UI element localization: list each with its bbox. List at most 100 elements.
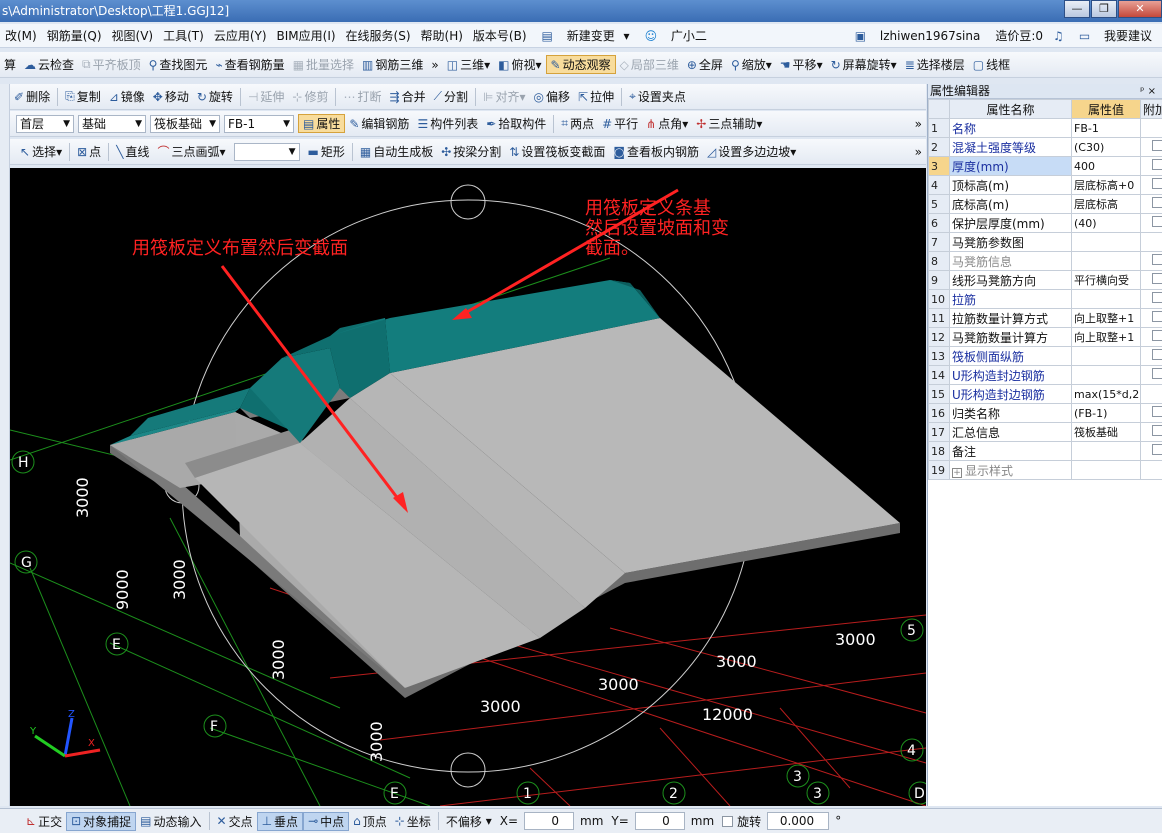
view-inner-rebar-button[interactable]: ◙ 查看板内钢筋 (609, 143, 703, 160)
property-value[interactable] (1071, 251, 1141, 271)
menu-cloud[interactable]: 云应用(Y) (209, 27, 272, 44)
property-row[interactable]: 14 U形构造封边钢筋 (928, 365, 1162, 385)
property-value[interactable]: 向上取整+1 (1071, 327, 1141, 347)
coordinate-toggle[interactable]: ⊹ 坐标 (391, 813, 435, 830)
property-value[interactable] (1071, 460, 1141, 480)
raft-foundation-model[interactable] (110, 280, 900, 698)
property-value[interactable]: FB-1 (1071, 118, 1141, 138)
property-row[interactable]: 10 拉筋 (928, 289, 1162, 309)
property-row[interactable]: 8 马凳筋信息 (928, 251, 1162, 271)
fullscreen-button[interactable]: ⊕ 全屏 (683, 56, 727, 73)
member-select[interactable]: FB-1 ▼ (224, 114, 294, 133)
category-select[interactable]: 基础 ▼ (78, 114, 146, 133)
add-checkbox[interactable] (1152, 159, 1162, 170)
object-snap-toggle[interactable]: ⊡ 对象捕捉 (66, 811, 137, 831)
expand-icon[interactable]: + (952, 467, 962, 478)
split-by-beam-button[interactable]: ✣ 按梁分割 (437, 143, 505, 160)
add-checkbox[interactable] (1152, 349, 1162, 360)
arc-mode-select[interactable]: ▼ (233, 142, 300, 161)
flush-board-button[interactable]: ⧉ 平齐板顶 (78, 56, 145, 73)
property-value[interactable] (1071, 441, 1141, 461)
property-value[interactable]: 层底标高+0 (1071, 175, 1141, 195)
property-add[interactable] (1140, 365, 1162, 385)
set-slope-dropdown[interactable]: ◿ 设置多边边坡 ▾ (703, 143, 800, 160)
batch-select-button[interactable]: ▦ 批量选择 (289, 56, 358, 73)
property-row[interactable]: 4 顶标高(m) 层底标高+0 (928, 175, 1162, 195)
assistant-menu[interactable]: ☺ 广小二 (635, 27, 717, 44)
property-row[interactable]: 7 马凳筋参数图 (928, 232, 1162, 252)
perpendicular-toggle[interactable]: ⊥ 垂点 (256, 811, 304, 831)
property-add[interactable] (1140, 422, 1162, 442)
rotate-checkbox[interactable] (722, 815, 734, 827)
property-add[interactable] (1140, 194, 1162, 214)
point-button[interactable]: ⊠ 点 (73, 143, 105, 160)
orbit-handle-bottom[interactable] (450, 752, 486, 788)
menu-version[interactable]: 版本号(B) (468, 27, 532, 44)
property-value[interactable]: 层底标高 (1071, 194, 1141, 214)
property-add[interactable] (1140, 251, 1162, 271)
property-row[interactable]: 16 归类名称 (FB-1) (928, 403, 1162, 423)
property-add[interactable] (1140, 156, 1162, 176)
property-add[interactable] (1140, 289, 1162, 309)
property-add[interactable] (1140, 403, 1162, 423)
close-button[interactable]: ✕ (1118, 0, 1162, 18)
dynamic-input-toggle[interactable]: ▤ 动态输入 (136, 813, 205, 830)
property-row[interactable]: 12 马凳筋数量计算方 向上取整+1 (928, 327, 1162, 347)
local-3d-button[interactable]: ◇ 局部三维 (616, 56, 683, 73)
point-angle-dropdown[interactable]: ⋔ 点角 ▾ (642, 115, 692, 132)
property-value[interactable]: 平行横向受 (1071, 270, 1141, 290)
add-checkbox[interactable] (1152, 273, 1162, 284)
edit-rebar-button[interactable]: ✎ 编辑钢筋 (345, 115, 413, 132)
property-row[interactable]: 17 汇总信息 筏板基础 (928, 422, 1162, 442)
property-value[interactable]: (C30) (1071, 137, 1141, 157)
property-row[interactable]: 5 底标高(m) 层底标高 (928, 194, 1162, 214)
menu-tools[interactable]: 工具(T) (158, 27, 209, 44)
delete-button[interactable]: ✐ 删除 (10, 88, 54, 105)
minimize-button[interactable]: — (1064, 0, 1090, 18)
x-input[interactable]: 0 (524, 812, 574, 830)
property-value[interactable]: 筏板基础 (1071, 422, 1141, 442)
property-add[interactable] (1140, 137, 1162, 157)
member-list-button[interactable]: ☰ 构件列表 (413, 115, 482, 132)
pan-dropdown[interactable]: ☚ 平移 ▾ (776, 56, 827, 73)
menu-edit[interactable]: 改(M) (0, 27, 42, 44)
bell-icon[interactable]: ♫ (1048, 29, 1069, 43)
property-value[interactable]: 向上取整+1 (1071, 308, 1141, 328)
user-account[interactable]: ▣ lzhiwen1967sina (845, 29, 991, 43)
auto-gen-board-button[interactable]: ▦ 自动生成板 (356, 143, 437, 160)
property-row[interactable]: 2 混凝土强度等级 (C30) (928, 137, 1162, 157)
set-grip-button[interactable]: ⌖ 设置夹点 (625, 88, 690, 105)
merge-button[interactable]: ⇶ 合并 (386, 88, 430, 105)
add-checkbox[interactable] (1152, 216, 1162, 227)
property-add[interactable] (1140, 270, 1162, 290)
add-checkbox[interactable] (1152, 425, 1162, 436)
view-rebar-qty-button[interactable]: ⌁ 查看钢筋量 (211, 56, 288, 73)
move-button[interactable]: ✥ 移动 (149, 88, 193, 105)
rect-button[interactable]: ▬ 矩形 (304, 143, 349, 160)
property-add[interactable] (1140, 308, 1162, 328)
property-row[interactable]: 9 线形马凳筋方向 平行横向受 (928, 270, 1162, 290)
more-chevron-2[interactable]: » (911, 117, 926, 131)
3d-viewport[interactable]: 用筏板定义布置然后变截面 用筏板定义条基 然后设置坡面和变 截面。 H G E … (10, 168, 926, 806)
find-element-button[interactable]: ⚲ 查找图元 (145, 56, 212, 73)
wireframe-button[interactable]: ▢ 线框 (969, 56, 1014, 73)
property-value[interactable]: max(15*d,2 (1071, 384, 1141, 404)
set-raft-section-button[interactable]: ⇅ 设置筏板变截面 (505, 143, 609, 160)
property-add[interactable] (1140, 213, 1162, 233)
offset-mode-select[interactable]: 不偏移 ▾ (442, 813, 496, 830)
orbit-handle-top[interactable] (450, 184, 486, 220)
y-input[interactable]: 0 (634, 812, 685, 830)
select-dropdown[interactable]: ↖ 选择 ▾ (16, 143, 66, 160)
add-checkbox[interactable] (1152, 330, 1162, 341)
copy-button[interactable]: ⎘ 复制 (61, 88, 105, 105)
property-value[interactable]: (40) (1071, 213, 1141, 233)
property-row[interactable]: 19 + 显示样式 (928, 460, 1162, 480)
property-add[interactable] (1140, 346, 1162, 366)
zoom-dropdown[interactable]: ⚲ 缩放 ▾ (727, 56, 776, 73)
property-row[interactable]: 3 厚度(mm) 400 (928, 156, 1162, 176)
property-add[interactable] (1140, 441, 1162, 461)
more-chevron[interactable]: » (427, 58, 442, 72)
view-3d-dropdown[interactable]: ◫ 三维 ▾ (443, 56, 494, 73)
cloud-check-button[interactable]: ☁ 云检查 (20, 56, 78, 73)
maximize-button[interactable]: ❐ (1091, 0, 1117, 18)
